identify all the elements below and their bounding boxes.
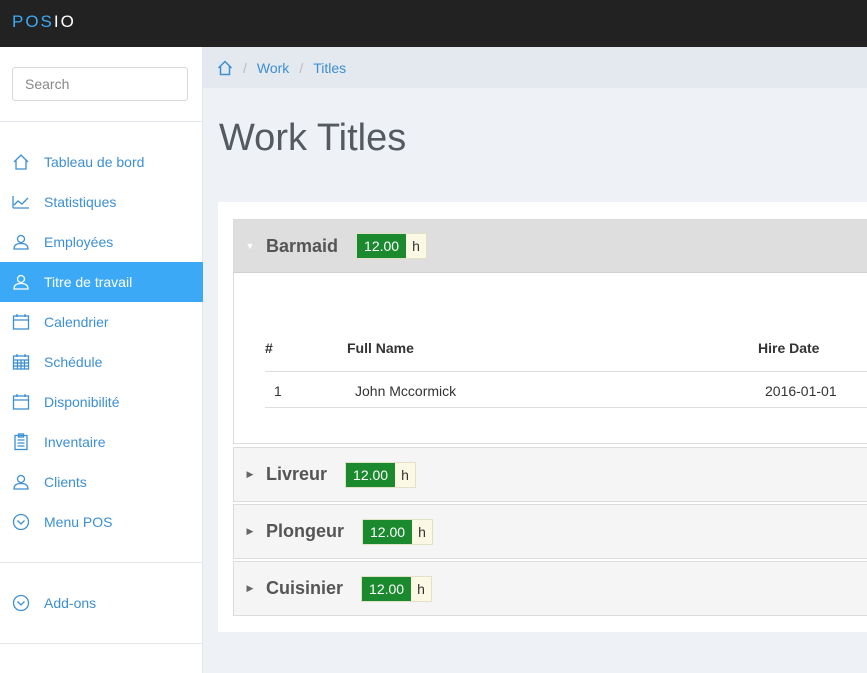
sidebar-item-label: Inventaire — [44, 434, 106, 450]
sidebar-item-add-ons[interactable]: Add-ons — [0, 583, 203, 623]
sidebar-item-disponibilite[interactable]: Disponibilité — [0, 382, 203, 422]
accordion-header-cuisinier[interactable]: ▶ Cuisinier 12.00 h — [234, 562, 867, 615]
sidebar-divider — [0, 121, 203, 122]
calendar-icon — [11, 312, 31, 332]
breadcrumb-separator: / — [243, 59, 247, 76]
caret-right-icon: ▶ — [246, 526, 254, 536]
chevron-circle-icon — [11, 593, 31, 613]
sidebar-item-tableau-de-bord[interactable]: Tableau de bord — [0, 142, 203, 182]
sidebar-item-label: Titre de travail — [44, 274, 133, 290]
work-title-name: Cuisinier — [266, 578, 344, 598]
sidebar-item-schedule[interactable]: Schédule — [0, 342, 203, 382]
breadcrumb: / Work / Titles — [203, 47, 867, 88]
home-icon[interactable] — [217, 59, 233, 76]
column-header-number: # — [265, 340, 273, 356]
sidebar-item-label: Menu POS — [44, 514, 113, 530]
sidebar-item-employees[interactable]: Employées — [0, 222, 203, 262]
sidebar-item-label: Disponibilité — [44, 394, 120, 410]
sidebar-item-menu-pos[interactable]: Menu POS — [0, 502, 203, 542]
accordion-header-barmaid[interactable]: ▼ Barmaid 12.00 h — [234, 220, 867, 273]
accordion-cuisinier: ▶ Cuisinier 12.00 h — [233, 561, 867, 616]
caret-down-icon: ▼ — [245, 241, 255, 251]
user-icon — [11, 272, 31, 292]
chart-line-icon — [11, 192, 31, 212]
calendar-icon — [11, 392, 31, 412]
accordion-header-plongeur[interactable]: ▶ Plongeur 12.00 h — [234, 505, 867, 558]
rate-unit: h — [412, 519, 432, 544]
accordion-plongeur: ▶ Plongeur 12.00 h — [233, 504, 867, 559]
accordion-livreur: ▶ Livreur 12.00 h — [233, 447, 867, 502]
user-icon — [11, 232, 31, 252]
search-input[interactable] — [12, 67, 188, 101]
caret-right-icon: ▶ — [246, 583, 254, 593]
brand-logo[interactable]: POSIO — [12, 12, 76, 32]
cell-hire-date: 2016-01-01 — [765, 383, 837, 399]
brand-part-io: IO — [53, 12, 76, 31]
table-header: # Full Name Hire Date — [265, 340, 867, 360]
work-title-name: Barmaid — [266, 235, 339, 256]
cell-number: 1 — [274, 383, 282, 399]
user-icon — [11, 472, 31, 492]
sidebar-item-calendrier[interactable]: Calendrier — [0, 302, 203, 342]
sidebar-item-label: Clients — [44, 474, 87, 490]
top-navbar: POSIO — [0, 0, 867, 47]
sidebar-item-inventaire[interactable]: Inventaire — [0, 422, 203, 462]
accordion-body-barmaid: # Full Name Hire Date 1 John Mccormick 2… — [234, 273, 867, 443]
rate-unit: h — [406, 234, 426, 258]
brand-part-pos: POS — [12, 12, 54, 31]
cell-full-name: John Mccormick — [355, 383, 457, 399]
rate-value: 12.00 — [357, 234, 407, 258]
sidebar-divider — [0, 562, 203, 563]
rate-badge: 12.00 h — [356, 233, 427, 259]
sidebar-item-label: Add-ons — [44, 595, 97, 611]
rate-badge: 12.00 h — [361, 575, 432, 602]
sidebar-item-statistiques[interactable]: Statistiques — [0, 182, 203, 222]
work-title-name: Livreur — [266, 464, 328, 484]
sidebar-item-clients[interactable]: Clients — [0, 462, 203, 502]
home-icon — [11, 152, 31, 172]
work-title-name: Plongeur — [266, 521, 345, 541]
chevron-circle-icon — [11, 512, 31, 532]
clipboard-icon — [11, 432, 31, 452]
rate-value: 12.00 — [346, 462, 396, 487]
breadcrumb-link-titles[interactable]: Titles — [313, 60, 346, 76]
rate-unit: h — [411, 576, 431, 601]
sidebar-item-label: Calendrier — [44, 314, 109, 330]
accordion-header-livreur[interactable]: ▶ Livreur 12.00 h — [234, 448, 867, 501]
page-title: Work Titles — [219, 117, 407, 159]
table-row[interactable]: 1 John Mccormick 2016-01-01 — [265, 371, 867, 408]
breadcrumb-link-work[interactable]: Work — [257, 60, 289, 76]
sidebar: Tableau de bord Statistiques Employées T… — [0, 47, 203, 673]
rate-unit: h — [395, 462, 415, 487]
column-header-full-name: Full Name — [347, 340, 414, 356]
sidebar-item-label: Schédule — [44, 354, 103, 370]
rate-badge: 12.00 h — [345, 461, 416, 488]
rate-badge: 12.00 h — [362, 518, 433, 545]
breadcrumb-separator: / — [299, 59, 304, 76]
sidebar-item-label: Employées — [44, 234, 114, 250]
rate-value: 12.00 — [363, 519, 413, 544]
sidebar-divider — [0, 643, 203, 644]
sidebar-item-label: Statistiques — [44, 194, 117, 210]
caret-right-icon: ▶ — [246, 469, 254, 479]
sidebar-item-label: Tableau de bord — [44, 154, 145, 170]
rate-value: 12.00 — [362, 576, 412, 601]
sidebar-item-titre-de-travail[interactable]: Titre de travail — [0, 262, 203, 302]
column-header-hire-date: Hire Date — [758, 340, 820, 356]
calendar-grid-icon — [11, 352, 31, 372]
accordion-barmaid: ▼ Barmaid 12.00 h # Full Name Hire Date … — [233, 219, 867, 444]
